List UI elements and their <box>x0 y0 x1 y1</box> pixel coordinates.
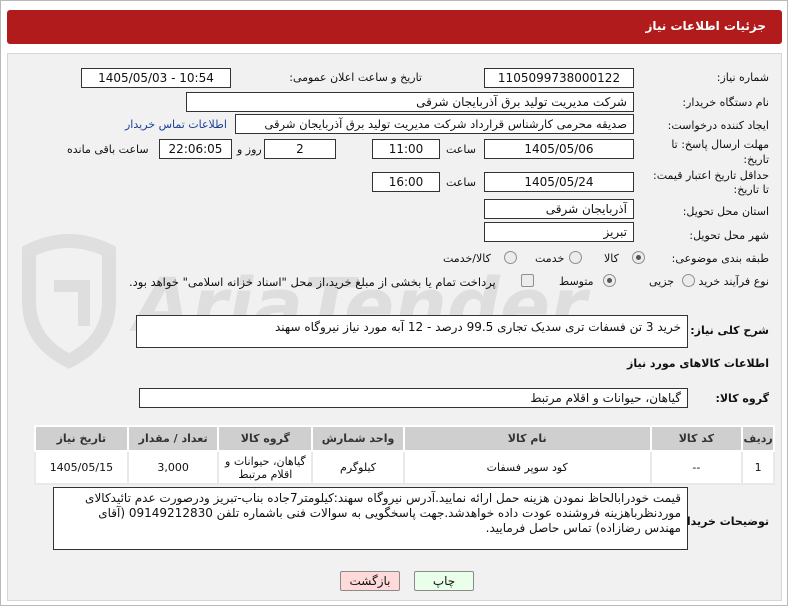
deadline-label: مهلت ارسال پاسخ: تا <box>671 138 769 151</box>
process-radio-minor[interactable] <box>682 274 695 287</box>
days-label: روز و <box>237 143 262 156</box>
buyer-contact-link[interactable]: اطلاعات تماس خریدار <box>125 118 227 131</box>
cell-need-date: 1405/05/15 <box>34 450 129 485</box>
cell-quantity: 3,000 <box>126 450 220 485</box>
page-title: جزئیات اطلاعات نیاز <box>645 19 766 33</box>
buyer-org-field[interactable]: شرکت مدیریت تولید برق آذربایجان شرقی <box>186 92 634 112</box>
remaining-time-field[interactable]: 22:06:05 <box>159 139 232 159</box>
deadline-time-field[interactable]: 11:00 <box>372 139 440 159</box>
process-option-minor: جزیی <box>649 275 675 288</box>
cell-group: گیاهان، حیوانات و اقلام مرتبط <box>217 450 314 485</box>
announce-date-field[interactable]: 1405/05/03 - 10:54 <box>81 68 231 88</box>
description-label: شرح کلی نیاز: <box>690 324 769 337</box>
col-group: گروه کالا <box>217 425 314 452</box>
category-option-goods: کالا <box>604 252 619 265</box>
category-radio-goods-service[interactable] <box>504 251 517 264</box>
need-number-field[interactable]: 1105099738000122 <box>484 68 634 88</box>
page-header: جزئیات اطلاعات نیاز <box>7 10 782 44</box>
validity-time-field[interactable]: 16:00 <box>372 172 440 192</box>
process-option-medium: متوسط <box>559 275 594 288</box>
price-validity-label: حداقل تاریخ اعتبار قیمت: <box>653 169 769 182</box>
goods-table: ردیف کد کالا نام کالا واحد شمارش گروه کا… <box>34 425 775 485</box>
category-radio-service[interactable] <box>569 251 582 264</box>
print-button[interactable]: چاپ <box>414 571 474 591</box>
buyer-notes-textarea[interactable]: قیمت خودرابالحاظ نمودن هزینه حمل ارائه ن… <box>53 487 688 550</box>
description-textarea[interactable]: خرید 3 تن فسفات تری سدیک تجاری 99.5 درصد… <box>136 315 688 348</box>
buyer-notes-label: توضیحات خریدار: <box>676 515 769 528</box>
need-number-label: شماره نیاز: <box>716 71 769 84</box>
cell-unit: کیلوگرم <box>311 450 405 485</box>
buyer-org-label: نام دستگاه خریدار: <box>682 96 769 109</box>
process-radio-medium[interactable] <box>603 274 616 287</box>
buyer-notes-text: قیمت خودرابالحاظ نمودن هزینه حمل ارائه ن… <box>85 491 681 535</box>
cell-name: کود سوپر فسفات <box>402 450 652 485</box>
col-unit: واحد شمارش <box>311 425 405 452</box>
col-code: کد کالا <box>649 425 744 452</box>
goods-group-field[interactable]: گیاهان، حیوانات و اقلام مرتبط <box>139 388 688 408</box>
deadline-date-field[interactable]: 1405/05/06 <box>484 139 634 159</box>
announce-date-label: تاریخ و ساعت اعلان عمومی: <box>289 71 422 84</box>
requester-label: ایجاد کننده درخواست: <box>667 119 769 132</box>
province-label: استان محل تحویل: <box>682 205 769 218</box>
category-label: طبقه بندی موضوعی: <box>671 252 769 265</box>
treasury-payment-checkbox[interactable] <box>521 274 534 287</box>
table-row[interactable]: 1 -- کود سوپر فسفات کیلوگرم گیاهان، حیوا… <box>34 450 775 485</box>
cell-row: 1 <box>741 450 775 485</box>
col-name: نام کالا <box>402 425 652 452</box>
city-field[interactable]: تبریز <box>484 222 634 242</box>
col-need-date: تاریخ نیاز <box>34 425 129 452</box>
treasury-payment-note: پرداخت تمام یا بخشی از مبلغ خرید،از محل … <box>129 275 496 289</box>
goods-group-label: گروه کالا: <box>715 392 769 405</box>
page-frame: جزئیات اطلاعات نیاز AriaTender.neT شماره… <box>0 0 788 606</box>
description-text: خرید 3 تن فسفات تری سدیک تجاری 99.5 درصد… <box>275 320 681 334</box>
validity-date-field[interactable]: 1405/05/24 <box>484 172 634 192</box>
validity-time-label: ساعت <box>446 176 476 189</box>
deadline-time-label: ساعت <box>446 143 476 156</box>
category-option-service: خدمت <box>535 252 565 265</box>
price-validity-label-line2: تا تاریخ: <box>733 183 769 196</box>
process-type-label: نوع فرآیند خرید : <box>691 275 769 288</box>
col-row: ردیف <box>741 425 775 452</box>
col-quantity: تعداد / مقدار <box>126 425 220 452</box>
deadline-label-line2: تاریخ: <box>743 153 769 166</box>
days-remaining-field[interactable]: 2 <box>264 139 336 159</box>
goods-section-title: اطلاعات کالاهای مورد نیاز <box>627 357 769 370</box>
back-button[interactable]: بازگشت <box>340 571 400 591</box>
province-field[interactable]: آذربایجان شرقی <box>484 199 634 219</box>
category-option-goods-service: کالا/خدمت <box>443 252 491 265</box>
city-label: شهر محل تحویل: <box>689 229 769 242</box>
remaining-time-label: ساعت باقی مانده <box>67 143 149 156</box>
requester-field[interactable]: صدیقه محرمی کارشناس قرارداد شرکت مدیریت … <box>235 114 634 134</box>
goods-table-header: ردیف کد کالا نام کالا واحد شمارش گروه کا… <box>34 425 775 452</box>
cell-code: -- <box>649 450 744 485</box>
category-radio-goods[interactable] <box>632 251 645 264</box>
